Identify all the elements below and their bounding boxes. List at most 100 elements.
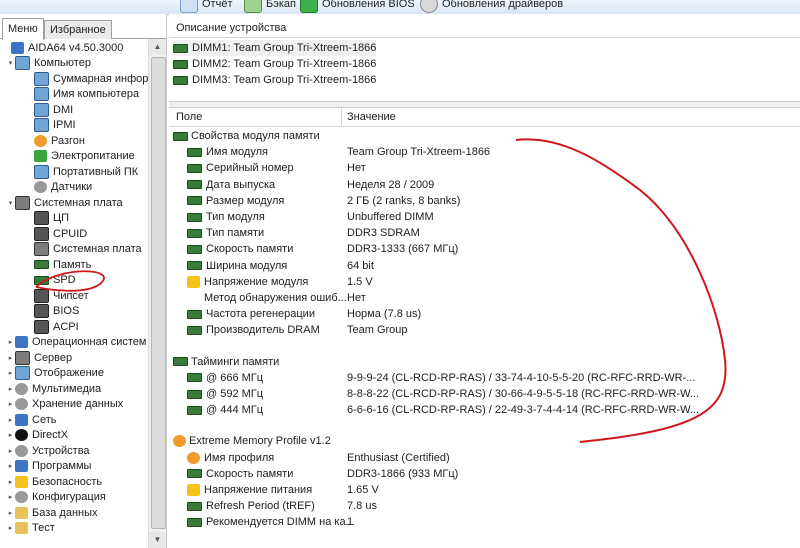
tree-item[interactable]: ACPI	[34, 319, 79, 334]
tree-item[interactable]: DMI	[34, 102, 73, 117]
details-row[interactable]: @ 444 МГц 6-6-6-16 (CL-RCD-RP-RAS) / 22-4…	[169, 402, 800, 418]
overclock-icon	[34, 134, 47, 147]
tree-item[interactable]: Системная плата	[34, 242, 142, 257]
backup-button[interactable]: Бэкап	[244, 0, 296, 13]
tree-expander-icon[interactable]: ▸	[6, 338, 15, 346]
details-row[interactable]: Частота регенерации Норма (7.8 us)	[169, 306, 800, 322]
tree-expander-icon[interactable]: ▸	[6, 462, 15, 470]
details-field-label: Имя профиля	[204, 451, 275, 464]
tree-expander-icon[interactable]: ▸	[6, 400, 15, 408]
tab-favorites[interactable]: Избранное	[44, 20, 112, 39]
tree-item[interactable]: Разгон	[34, 133, 85, 148]
tree-expander-icon[interactable]: ▸	[6, 478, 15, 486]
details-value: Норма (7.8 us)	[347, 308, 422, 321]
column-value-header[interactable]: Значение	[347, 108, 396, 127]
details-row[interactable]: Refresh Period (tREF) 7.8 us	[169, 498, 800, 514]
device-item-label: DIMM2: Team Group Tri-Xtreem-1866	[192, 58, 377, 70]
details-row[interactable]: Напряжение модуля 1.5 V	[169, 274, 800, 290]
tree-item[interactable]: AIDA64 v4.50.3000	[2, 40, 123, 55]
tree-item[interactable]: ▸ База данных	[6, 505, 98, 520]
tree-expander-icon[interactable]: ▸	[6, 385, 15, 393]
details-row[interactable]: Скорость памяти DDR3-1866 (933 МГц)	[169, 466, 800, 482]
panel-splitter[interactable]	[169, 101, 800, 108]
column-field-header[interactable]: Поле	[176, 108, 202, 127]
tree-item[interactable]: ▸ Мультимедиа	[6, 381, 101, 396]
tree-expander-icon[interactable]: ▸	[6, 369, 15, 377]
details-field-label: Дата выпуска	[206, 178, 276, 191]
details-row[interactable]: @ 592 МГц 8-8-8-22 (CL-RCD-RP-RAS) / 30-6…	[169, 386, 800, 402]
details-row[interactable]: Метод обнаружения ошиб... Нет	[169, 290, 800, 306]
column-separator[interactable]	[341, 108, 342, 126]
driver-update-button[interactable]: Обновления драйверов	[420, 0, 563, 13]
report-button[interactable]: Отчёт	[180, 0, 232, 13]
bios-update-button[interactable]: Обновления BIOS	[300, 0, 415, 13]
tree-item[interactable]: CPUID	[34, 226, 87, 241]
tree-expander-icon[interactable]: ▸	[6, 509, 15, 517]
details-group-header[interactable]: Extreme Memory Profile v1.2	[173, 433, 331, 449]
tree-item[interactable]: ▸ Сервер	[6, 350, 72, 365]
details-row[interactable]: Тип памяти DDR3 SDRAM	[169, 225, 800, 241]
details-row[interactable]: Производитель DRAM Team Group	[169, 322, 800, 338]
device-item[interactable]: DIMM2: Team Group Tri-Xtreem-1866	[173, 56, 376, 72]
tree-expander-icon[interactable]: ▸	[6, 524, 15, 532]
tree-item[interactable]: Датчики	[34, 180, 92, 195]
tree-item-label: Сеть	[32, 413, 57, 426]
tree-item[interactable]: ▸ Хранение данных	[6, 397, 123, 412]
tree-expander-icon[interactable]: ▸	[6, 431, 15, 439]
tree-expander-icon[interactable]: ▾	[6, 59, 15, 67]
tree-item[interactable]: IPMI	[34, 118, 76, 133]
tree-item[interactable]: ▸ Безопасность	[6, 474, 102, 489]
tree-item[interactable]: Электропитание	[34, 149, 135, 164]
tree-item[interactable]: ЦП	[34, 211, 69, 226]
tree-item[interactable]: BIOS	[34, 304, 79, 319]
tree-item-label: Чипсет	[53, 289, 89, 302]
details-row[interactable]: Серийный номер Нет	[169, 160, 800, 176]
tree-item[interactable]: ▾ Компьютер	[6, 56, 91, 71]
details-row[interactable]: Дата выпуска Неделя 28 / 2009	[169, 177, 800, 193]
tree-item[interactable]: SPD	[34, 273, 76, 288]
scroll-up-icon[interactable]: ▲	[149, 39, 166, 55]
tree-item[interactable]: ▸ Отображение	[6, 366, 104, 381]
tree-item[interactable]: ▸ Программы	[6, 459, 91, 474]
tree-item[interactable]: ▸ DirectX	[6, 428, 68, 443]
nav-tree-scrollbar[interactable]: ▲ ▼	[148, 39, 166, 548]
tree-item[interactable]: Память	[34, 257, 91, 272]
details-row[interactable]: Имя модуля Team Group Tri-Xtreem-1866	[169, 144, 800, 160]
tab-menu[interactable]: Меню	[2, 18, 44, 40]
details-row[interactable]: Рекомендуется DIMM на ка... 1	[169, 514, 800, 530]
tree-expander-icon[interactable]: ▸	[6, 416, 15, 424]
details-row[interactable]: Размер модуля 2 ГБ (2 ranks, 8 banks)	[169, 193, 800, 209]
scroll-thumb[interactable]	[151, 57, 166, 529]
tree-item[interactable]: ▸ Устройства	[6, 443, 90, 458]
memory-icon	[187, 147, 202, 157]
tree-expander-icon[interactable]: ▸	[6, 354, 15, 362]
tree-item[interactable]: ▸ Операционная систем	[6, 335, 146, 350]
tree-item-label: Конфигурация	[32, 491, 106, 503]
tree-item[interactable]: ▸ Конфигурация	[6, 490, 106, 505]
details-row[interactable]: Имя профиля Enthusiast (Certified)	[169, 450, 800, 466]
details-row[interactable]: Напряжение питания 1.65 V	[169, 482, 800, 498]
scroll-down-icon[interactable]: ▼	[149, 532, 166, 548]
tree-item[interactable]: ▾ Системная плата	[6, 195, 123, 210]
tree-expander-icon[interactable]: ▾	[6, 199, 15, 207]
device-item[interactable]: DIMM3: Team Group Tri-Xtreem-1866	[173, 72, 376, 88]
device-item[interactable]: DIMM1: Team Group Tri-Xtreem-1866	[173, 40, 377, 56]
details-row[interactable]: Тип модуля Unbuffered DIMM	[169, 209, 800, 225]
details-group-header[interactable]: Свойства модуля памяти	[173, 128, 320, 144]
aida64-logo-icon	[11, 41, 24, 54]
tree-item[interactable]: ▸ Сеть	[6, 412, 56, 427]
tree-item[interactable]: ▸ Тест	[6, 521, 55, 536]
device-list-header[interactable]: Описание устройства	[169, 19, 800, 38]
details-group-header[interactable]: Тайминги памяти	[173, 354, 279, 370]
tree-expander-icon[interactable]: ▸	[6, 493, 15, 501]
backup-icon	[244, 0, 262, 13]
details-row[interactable]: Скорость памяти DDR3-1333 (667 МГц)	[169, 241, 800, 257]
tree-item[interactable]: Суммарная инфор	[34, 71, 148, 86]
tree-item[interactable]: Портативный ПК	[34, 164, 138, 179]
details-row[interactable]: @ 666 МГц 9-9-9-24 (CL-RCD-RP-RAS) / 33-7…	[169, 370, 800, 386]
details-row[interactable]: Ширина модуля 64 bit	[169, 258, 800, 274]
tree-expander-icon[interactable]: ▸	[6, 447, 15, 455]
tree-item[interactable]: Имя компьютера	[34, 87, 139, 102]
tree-item[interactable]: Чипсет	[34, 288, 89, 303]
details-value: 6-6-6-16 (CL-RCD-RP-RAS) / 22-49-3-7-4-4…	[347, 404, 700, 417]
